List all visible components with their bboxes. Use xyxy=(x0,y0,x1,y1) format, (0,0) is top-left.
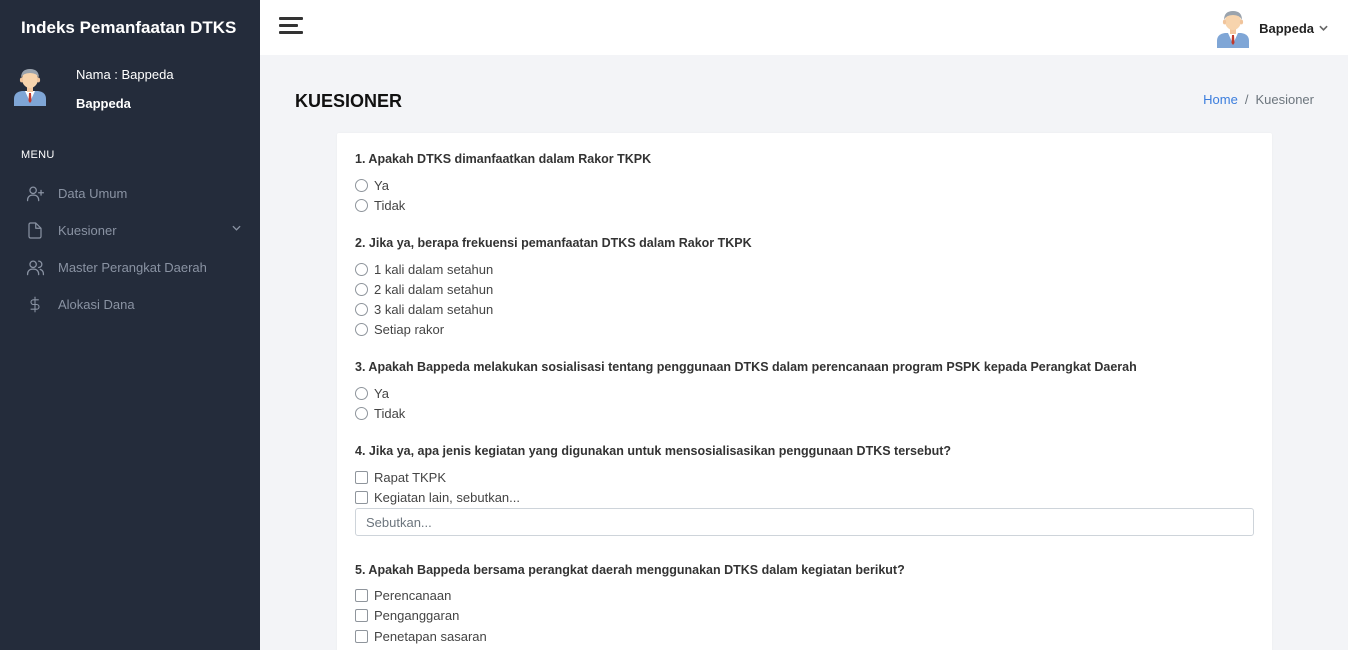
radio-button[interactable] xyxy=(355,262,368,276)
checkbox[interactable] xyxy=(355,588,368,602)
breadcrumb-home-link[interactable]: Home xyxy=(1203,92,1238,107)
question-1: 1. Apakah DTKS dimanfaatkan dalam Rakor … xyxy=(355,152,652,166)
radio-button[interactable] xyxy=(355,406,368,420)
user-plus-icon xyxy=(25,184,45,204)
question-4: 4. Jika ya, apa jenis kegiatan yang digu… xyxy=(355,444,952,458)
option-checkbox[interactable]: Perencanaan xyxy=(355,586,451,604)
breadcrumb-separator: / xyxy=(1244,92,1249,107)
option-radio[interactable]: 2 kali dalam setahun xyxy=(355,280,493,298)
dollar-icon xyxy=(25,295,45,315)
sidebar-item-label: Master Perangkat Daerah xyxy=(58,260,207,275)
checkbox[interactable] xyxy=(355,470,368,484)
radio-button[interactable] xyxy=(355,198,368,212)
option-checkbox[interactable]: Penganggaran xyxy=(355,606,459,624)
option-label: Perencanaan xyxy=(374,587,452,603)
option-label: Ya xyxy=(374,385,389,401)
sidebar-item-kuesioner[interactable]: Kuesioner xyxy=(0,212,260,249)
option-label: Ya xyxy=(374,177,389,193)
question-3: 3. Apakah Bappeda melakukan sosialisasi … xyxy=(355,360,1137,374)
option-label: Tidak xyxy=(374,197,406,213)
user-dropdown[interactable]: Bappeda xyxy=(1215,9,1328,48)
sidebar-item-alokasi-dana[interactable]: Alokasi Dana xyxy=(0,286,260,323)
user-avatar-icon xyxy=(1217,11,1250,48)
option-label: 2 kali dalam setahun xyxy=(374,281,494,297)
option-radio[interactable]: Setiap rakor xyxy=(355,320,444,338)
checkbox[interactable] xyxy=(355,629,368,643)
radio-button[interactable] xyxy=(355,386,368,400)
sidebar-item-label: Kuesioner xyxy=(58,223,117,238)
sidebar-user-role: Bappeda xyxy=(76,96,131,111)
option-radio[interactable]: Tidak xyxy=(355,196,405,214)
question-5: 5. Apakah Bappeda bersama perangkat daer… xyxy=(355,563,905,577)
sidebar-user-name: Nama : Bappeda xyxy=(76,67,174,82)
users-icon xyxy=(25,258,45,278)
option-radio[interactable]: Ya xyxy=(355,176,389,194)
topbar-user-name: Bappeda xyxy=(1259,20,1314,36)
sidebar-item-label: Alokasi Dana xyxy=(58,297,135,312)
checkbox[interactable] xyxy=(355,490,368,504)
option-label: Tidak xyxy=(374,405,406,421)
user-avatar-icon xyxy=(14,69,46,106)
sidebar-item-label: Data Umum xyxy=(58,186,128,201)
option-label: 3 kali dalam setahun xyxy=(374,301,494,317)
sidebar-user-block: Nama : Bappeda Bappeda xyxy=(0,55,260,135)
option-radio[interactable]: 3 kali dalam setahun xyxy=(355,300,493,318)
radio-button[interactable] xyxy=(355,322,368,336)
radio-button[interactable] xyxy=(355,302,368,316)
option-checkbox[interactable]: Kegiatan lain, sebutkan... xyxy=(355,488,520,506)
topbar: Bappeda xyxy=(260,0,1348,55)
option-radio[interactable]: Ya xyxy=(355,384,389,402)
sidebar: Indeks Pemanfaatan DTKS Nama : Bappeda B… xyxy=(0,0,260,650)
option-radio[interactable]: Tidak xyxy=(355,404,405,422)
option-label: Rapat TKPK xyxy=(374,469,447,485)
sebutkan-input[interactable] xyxy=(355,508,1254,536)
menu-title: MENU xyxy=(21,149,55,161)
sidebar-item-data-umum[interactable]: Data Umum xyxy=(0,175,260,212)
sidebar-item-master-perangkat-daerah[interactable]: Master Perangkat Daerah xyxy=(0,249,260,286)
page-title: KUESIONER xyxy=(295,91,403,111)
option-checkbox[interactable]: Rapat TKPK xyxy=(355,468,446,486)
option-label: Penganggaran xyxy=(374,607,460,623)
option-label: Penetapan sasaran xyxy=(374,628,487,644)
chevron-down-icon xyxy=(1319,25,1328,31)
app-title: Indeks Pemanfaatan DTKS xyxy=(21,18,237,37)
option-label: 1 kali dalam setahun xyxy=(374,261,494,277)
option-checkbox[interactable]: Penetapan sasaran xyxy=(355,627,487,645)
breadcrumb: Home / Kuesioner xyxy=(1203,92,1314,107)
radio-button[interactable] xyxy=(355,178,368,192)
option-label: Kegiatan lain, sebutkan... xyxy=(374,489,520,505)
question-2: 2. Jika ya, berapa frekuensi pemanfaatan… xyxy=(355,236,752,250)
questionnaire-card: 1. Apakah DTKS dimanfaatkan dalam Rakor … xyxy=(337,133,1272,650)
checkbox[interactable] xyxy=(355,608,368,622)
chevron-down-icon xyxy=(232,225,241,231)
option-label: Setiap rakor xyxy=(374,321,445,337)
breadcrumb-current: Kuesioner xyxy=(1255,92,1314,107)
file-icon xyxy=(25,221,45,241)
option-radio[interactable]: 1 kali dalam setahun xyxy=(355,260,493,278)
radio-button[interactable] xyxy=(355,282,368,296)
hamburger-menu-icon[interactable] xyxy=(279,17,303,35)
